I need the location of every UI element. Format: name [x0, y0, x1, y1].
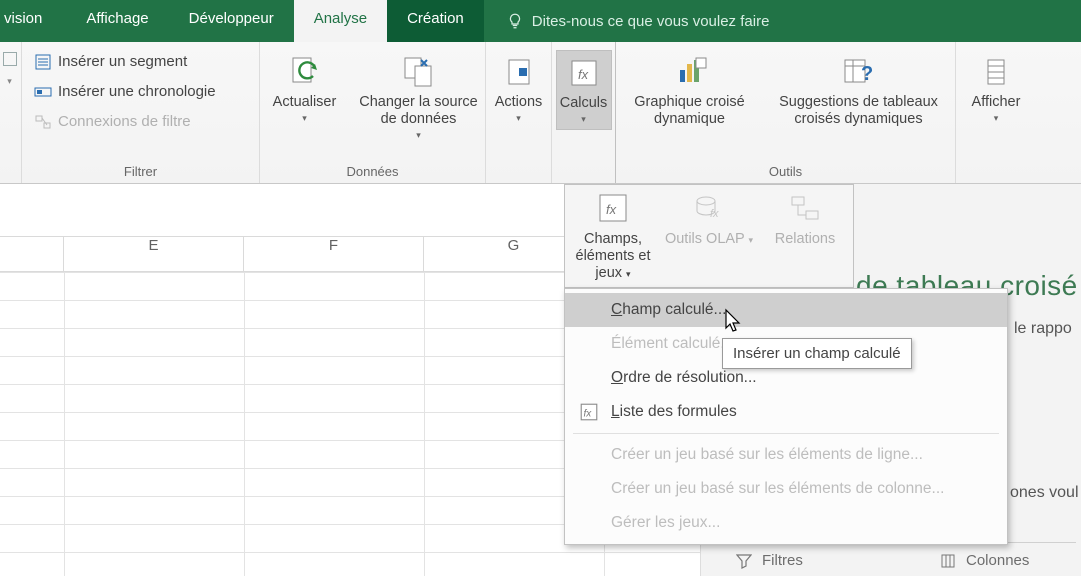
col-header-F[interactable]: F	[244, 237, 424, 271]
svg-text:?: ?	[861, 63, 873, 85]
olap-label: Outils OLAP ▾	[665, 231, 753, 249]
col-header-E[interactable]: E	[64, 237, 244, 271]
panel-text-fragment-2: ones voul	[1010, 484, 1079, 502]
chevron-down-icon: ▾	[416, 130, 421, 141]
insert-slicer[interactable]: Insérer un segment	[30, 50, 191, 74]
slicer-icon	[34, 53, 52, 71]
blank-icon	[579, 445, 599, 465]
lightbulb-icon	[506, 12, 524, 30]
tab-analyse[interactable]: Analyse	[294, 0, 387, 42]
show-icon	[978, 54, 1014, 90]
blank-icon	[579, 300, 599, 320]
menu-list-formulas[interactable]: fx Liste des formules	[565, 395, 1007, 429]
insert-timeline-label: Insérer une chronologie	[58, 81, 216, 103]
menu-set-rows: Créer un jeu basé sur les éléments de li…	[565, 438, 1007, 472]
col-header-blank	[0, 237, 64, 271]
suggest-label: Suggestions de tableaux croisés dynamiqu…	[768, 94, 950, 128]
blank-icon	[579, 513, 599, 533]
suggest-icon: ?	[841, 54, 877, 90]
calc-fx-icon: fx	[566, 55, 602, 91]
filters-label: Filtres	[762, 552, 803, 569]
pivotchart-button[interactable]: Graphique croisé dynamique	[620, 50, 760, 132]
actions-icon	[501, 54, 537, 90]
menu-manage-sets-label: Gérer les jeux...	[611, 514, 720, 532]
group-label-donnees: Données	[346, 162, 398, 183]
show-button[interactable]: Afficher ▾	[962, 50, 1030, 128]
fields-items-sets-button[interactable]: fx Champs, éléments et jeux ▾	[565, 185, 661, 287]
actions-button[interactable]: Actions ▾	[490, 50, 548, 128]
fields-items-sets-label: Champs, éléments et jeux ▾	[567, 231, 659, 283]
chevron-down-icon: ▾	[302, 113, 307, 124]
fx-icon: fx	[596, 191, 630, 225]
pivotchart-label: Graphique croisé dynamique	[622, 94, 758, 128]
menu-calculated-field[interactable]: Champ calculé...	[565, 293, 1007, 327]
insert-timeline[interactable]: Insérer une chronologie	[30, 80, 220, 104]
blank-icon	[579, 479, 599, 499]
refresh-label: Actualiser	[273, 94, 337, 111]
formulas-list-icon: fx	[579, 402, 599, 422]
menu-calculated-field-label: Champ calculé...	[611, 301, 726, 319]
filters-area[interactable]: Filtres	[736, 552, 803, 569]
tell-me-text: Dites-nous ce que vous voulez faire	[532, 13, 770, 30]
tab-creation[interactable]: Création	[387, 0, 484, 42]
columns-label: Colonnes	[966, 552, 1029, 569]
tab-revision[interactable]: vision	[0, 0, 66, 42]
menu-set-cols: Créer un jeu basé sur les éléments de co…	[565, 472, 1007, 506]
columns-area[interactable]: Colonnes	[940, 552, 1029, 569]
menu-manage-sets: Gérer les jeux...	[565, 506, 1007, 540]
relations-label: Relations	[775, 231, 835, 248]
tab-developpeur[interactable]: Développeur	[169, 0, 294, 42]
olap-tools-button: fx Outils OLAP ▾	[661, 185, 757, 287]
connections-icon	[34, 113, 52, 131]
filter-connections: Connexions de filtre	[30, 110, 195, 134]
filter-connections-label: Connexions de filtre	[58, 111, 191, 133]
refresh-button[interactable]: Actualiser ▾	[262, 50, 348, 128]
group-label-outils: Outils	[769, 162, 802, 183]
insert-slicer-label: Insérer un segment	[58, 51, 187, 73]
funnel-icon	[736, 553, 752, 569]
panel-text-fragment: le rappo	[1014, 320, 1072, 338]
columns-icon	[940, 553, 956, 569]
calculs-submenu: Champ calculé... Élément calculé... Ordr…	[564, 288, 1008, 545]
menu-calculated-item-label: Élément calculé...	[611, 335, 733, 353]
menu-solve-order-label: Ordre de résolution...	[611, 369, 757, 387]
relations-button: Relations	[757, 185, 853, 287]
actions-label: Actions	[495, 94, 543, 111]
pivot-suggest-button[interactable]: ? Suggestions de tableaux croisés dynami…	[766, 50, 952, 132]
svg-text:fx: fx	[606, 202, 617, 217]
tooltip: Insérer un champ calculé	[722, 338, 912, 369]
calculs-button[interactable]: fx Calculs ▾	[556, 50, 612, 130]
cursor-icon	[724, 308, 744, 334]
svg-text:fx: fx	[710, 208, 719, 220]
chevron-down-icon: ▾	[581, 114, 586, 125]
show-label: Afficher	[972, 94, 1021, 111]
menu-list-formulas-label: Liste des formules	[611, 403, 737, 421]
change-source-button[interactable]: Changer la source de données ▾	[354, 50, 484, 145]
timeline-icon	[34, 83, 52, 101]
chevron-down-icon: ▾	[994, 113, 999, 124]
svg-text:fx: fx	[578, 67, 589, 82]
change-source-label: Changer la source de données	[356, 94, 482, 128]
tab-affichage[interactable]: Affichage	[66, 0, 168, 42]
group-label-filtrer: Filtrer	[124, 162, 157, 183]
change-source-icon	[401, 54, 437, 90]
slicer-icon	[3, 52, 17, 66]
calculs-label: Calculs	[560, 95, 608, 112]
relations-icon	[788, 191, 822, 225]
calculs-gallery: fx Champs, éléments et jeux ▾ fx Outils …	[564, 184, 854, 288]
menu-set-rows-label: Créer un jeu basé sur les éléments de li…	[611, 446, 923, 464]
svg-text:fx: fx	[583, 408, 592, 419]
pivotchart-icon	[672, 54, 708, 90]
chevron-down-icon: ▾	[7, 76, 12, 87]
tell-me-search[interactable]: Dites-nous ce que vous voulez faire	[484, 0, 1081, 42]
menu-set-cols-label: Créer un jeu basé sur les éléments de co…	[611, 480, 944, 498]
olap-icon: fx	[692, 191, 726, 225]
chevron-down-icon: ▾	[516, 113, 521, 124]
blank-icon	[579, 368, 599, 388]
blank-icon	[579, 334, 599, 354]
refresh-icon	[287, 54, 323, 90]
